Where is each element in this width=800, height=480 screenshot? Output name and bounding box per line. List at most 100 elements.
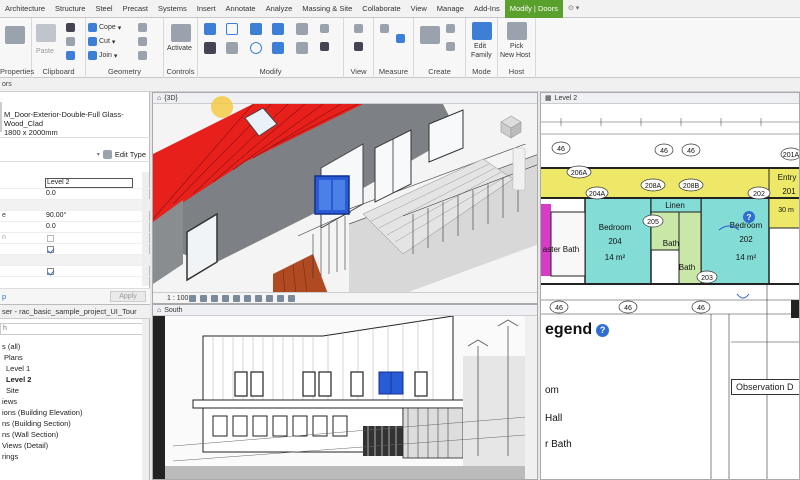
- activate-button[interactable]: Activate: [167, 45, 192, 52]
- tab-manage[interactable]: Manage: [432, 0, 469, 18]
- browser-item-site[interactable]: Site: [6, 385, 19, 396]
- show-crop-icon[interactable]: [255, 295, 262, 302]
- pin-icon[interactable]: [320, 42, 329, 51]
- browser-item-3d-views[interactable]: iews: [2, 396, 17, 407]
- reveal-hidden-icon[interactable]: [288, 295, 295, 302]
- room-bath-2[interactable]: [678, 211, 702, 285]
- copy-icon[interactable]: [66, 37, 75, 46]
- property-row[interactable]: e 90.00°: [0, 211, 150, 222]
- tab-architecture[interactable]: Architecture: [0, 0, 50, 18]
- tab-modify-doors[interactable]: Modify | Doors: [504, 0, 563, 18]
- dimension-icon[interactable]: [396, 34, 405, 43]
- create-assembly-icon[interactable]: [420, 26, 440, 44]
- override-icon[interactable]: [354, 42, 363, 51]
- align-icon[interactable]: [204, 23, 216, 35]
- properties-help-link[interactable]: p: [2, 292, 6, 301]
- split-face-icon[interactable]: [138, 37, 147, 46]
- type-selector[interactable]: M_Door-Exterior-Double-Full Glass- Wood_…: [0, 98, 150, 138]
- browser-item-level-1[interactable]: Level 1: [6, 363, 30, 374]
- cope-button[interactable]: Cope ▾: [88, 23, 121, 32]
- join-button[interactable]: Join ▾: [88, 51, 117, 60]
- ribbon-minimize-icon[interactable]: ⊙ ▾: [563, 0, 584, 18]
- legend-help-icon[interactable]: ?: [596, 323, 610, 337]
- browser-item-level-2[interactable]: Level 2: [6, 374, 31, 385]
- split-icon[interactable]: [296, 23, 308, 35]
- measure-icon[interactable]: [380, 24, 389, 33]
- apply-button[interactable]: Apply: [110, 291, 146, 302]
- edit-type-button[interactable]: ▾ Edit Type: [97, 150, 146, 159]
- navigation-bar[interactable]: [512, 147, 526, 191]
- floor-plan-canvas[interactable]: 46 46 46 206A 204A 208A 208B 202 205 203…: [541, 104, 800, 480]
- render-icon[interactable]: [233, 295, 240, 302]
- tab-annotate[interactable]: Annotate: [221, 0, 261, 18]
- cut-button[interactable]: Cut ▾: [88, 37, 115, 46]
- properties-icon[interactable]: [5, 26, 25, 44]
- tab-collaborate[interactable]: Collaborate: [357, 0, 405, 18]
- paint-icon[interactable]: [138, 51, 147, 60]
- wall-joins-icon[interactable]: [138, 23, 147, 32]
- browser-scrollbar[interactable]: [142, 319, 149, 480]
- tab-massing-site[interactable]: Massing & Site: [297, 0, 357, 18]
- viewport-3d[interactable]: ⌂ {3D} 1: 100: [152, 92, 538, 304]
- paste-icon[interactable]: [36, 24, 56, 42]
- tab-insert[interactable]: Insert: [192, 0, 221, 18]
- detail-level-icon[interactable]: [189, 295, 196, 302]
- viewport-south-elevation[interactable]: ⌂ South: [152, 304, 538, 480]
- pick-host-button-line2[interactable]: New Host: [500, 52, 530, 59]
- sun-path-icon[interactable]: [211, 295, 218, 302]
- lock-view-icon[interactable]: [266, 295, 273, 302]
- room-bedroom-202[interactable]: [700, 197, 770, 285]
- property-row[interactable]: 0.0: [0, 189, 150, 200]
- browser-item-detail-views[interactable]: Views (Detail): [2, 440, 48, 451]
- create-parts-icon[interactable]: [446, 24, 455, 33]
- elevation-canvas[interactable]: [153, 316, 538, 480]
- browser-search-input[interactable]: h: [0, 323, 146, 335]
- browser-item-wall-sections[interactable]: ns (Wall Section): [2, 429, 58, 440]
- array-icon[interactable]: [296, 42, 308, 54]
- tab-steel[interactable]: Steel: [90, 0, 117, 18]
- trim-icon[interactable]: [272, 42, 284, 54]
- pick-host-button-line1[interactable]: Pick: [510, 43, 523, 50]
- property-checkbox[interactable]: [47, 268, 54, 275]
- crop-view-icon[interactable]: [244, 295, 251, 302]
- match-properties-icon[interactable]: [66, 51, 75, 60]
- south-scrollbar[interactable]: [525, 316, 538, 480]
- copy-element-icon[interactable]: [226, 42, 238, 54]
- tab-add-ins[interactable]: Add-Ins: [469, 0, 505, 18]
- paste-button[interactable]: Paste: [36, 48, 54, 55]
- hide-icon[interactable]: [354, 24, 363, 33]
- visual-style-icon[interactable]: [200, 295, 207, 302]
- dropdown-chevron-icon[interactable]: ▾: [97, 151, 100, 158]
- shadows-icon[interactable]: [222, 295, 229, 302]
- view-scale[interactable]: 1 : 100: [167, 293, 188, 303]
- tab-analyze[interactable]: Analyze: [261, 0, 298, 18]
- edit-family-button-line1[interactable]: Edit: [474, 43, 486, 50]
- properties-scrollbar[interactable]: [142, 172, 149, 286]
- property-checkbox[interactable]: [47, 246, 54, 253]
- create-group-icon[interactable]: [446, 42, 455, 51]
- browser-item-renderings[interactable]: rings: [2, 451, 18, 462]
- edit-family-button-line2[interactable]: Family: [471, 52, 492, 59]
- tab-systems[interactable]: Systems: [153, 0, 192, 18]
- tab-structure[interactable]: Structure: [50, 0, 90, 18]
- mirror-axis-icon[interactable]: [250, 23, 262, 35]
- tab-precast[interactable]: Precast: [118, 0, 153, 18]
- activate-icon[interactable]: [171, 24, 191, 42]
- viewport-level2-plan[interactable]: ▦ Level 2 46 46 46 206A 204A 208A 208B 2…: [540, 92, 800, 480]
- tab-view[interactable]: View: [406, 0, 432, 18]
- browser-item-floor-plans[interactable]: Plans: [4, 352, 23, 363]
- move-icon[interactable]: [204, 42, 216, 54]
- browser-item-elevations[interactable]: ions (Building Elevation): [2, 407, 82, 418]
- temporary-hide-icon[interactable]: [277, 295, 284, 302]
- model-3d-canvas[interactable]: [153, 104, 538, 294]
- scissors-icon[interactable]: [66, 23, 75, 32]
- edit-family-icon[interactable]: [472, 22, 492, 40]
- browser-item-building-sections[interactable]: ns (Building Section): [2, 418, 71, 429]
- mirror-draw-icon[interactable]: [272, 23, 284, 35]
- browser-item-views-all[interactable]: s (all): [2, 341, 20, 352]
- offset-icon[interactable]: [226, 23, 238, 35]
- rotate-icon[interactable]: [250, 42, 262, 54]
- scale-icon[interactable]: [320, 24, 329, 33]
- property-row[interactable]: 0.0: [0, 222, 150, 233]
- pick-new-host-icon[interactable]: [507, 22, 527, 40]
